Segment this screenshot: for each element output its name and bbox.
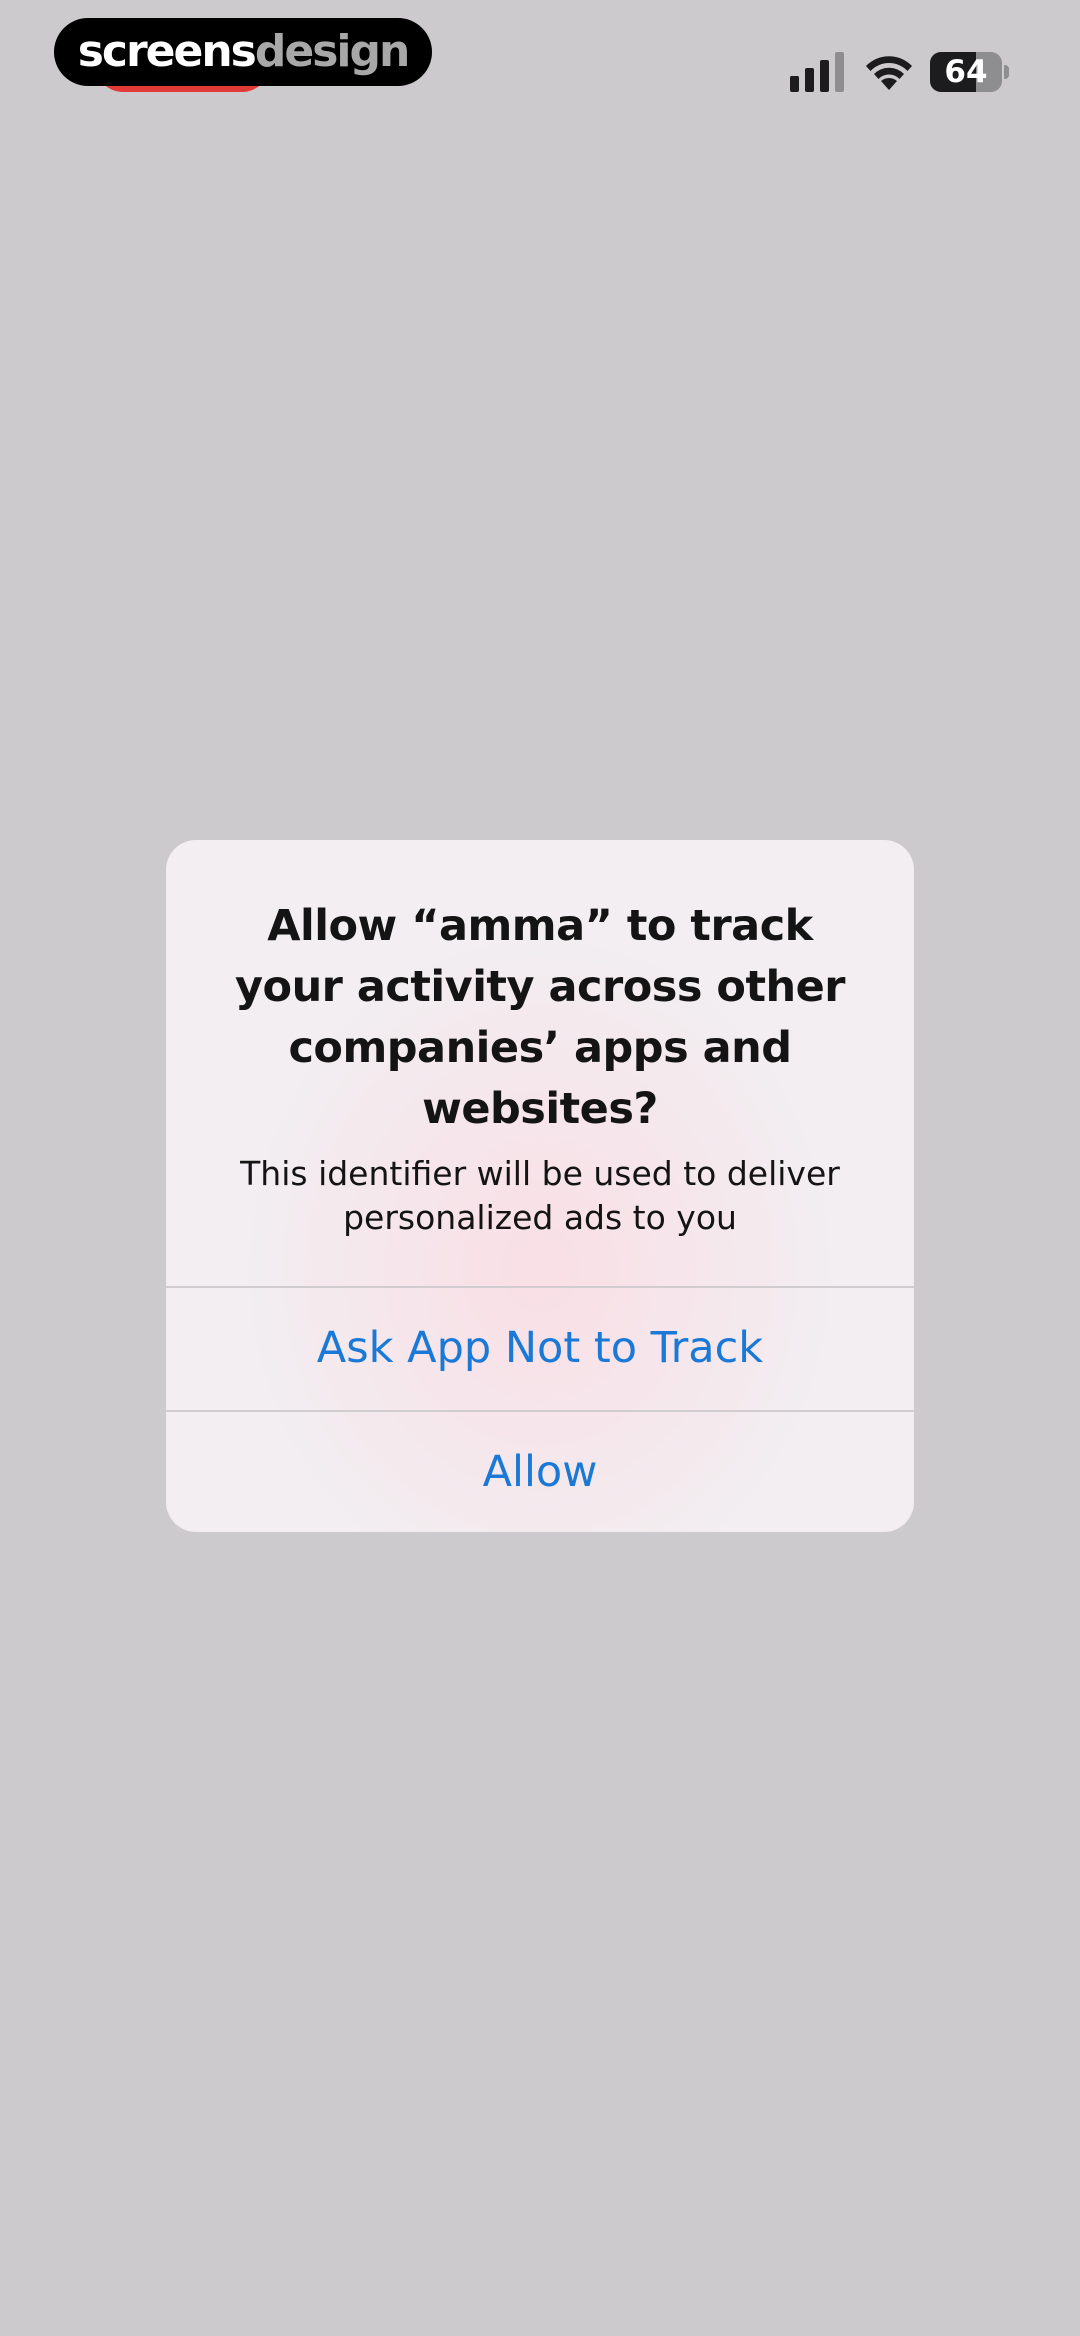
battery-body: 64 bbox=[930, 52, 1002, 92]
watermark-logo: screens design bbox=[54, 18, 432, 86]
ask-not-to-track-button[interactable]: Ask App Not to Track bbox=[166, 1288, 914, 1408]
signal-icon bbox=[790, 52, 844, 92]
alert-message: This identifier will be used to deliver … bbox=[240, 1154, 840, 1237]
status-bar: screens design 64 bbox=[0, 0, 1080, 110]
watermark-part-2: design bbox=[254, 26, 410, 77]
battery-level: 64 bbox=[944, 54, 988, 90]
tracking-permission-alert: Allow “amma” to track your activity acro… bbox=[166, 840, 914, 1532]
watermark-part-1: screens bbox=[77, 26, 257, 77]
alert-content: Allow “amma” to track your activity acro… bbox=[166, 840, 914, 1288]
battery-cap bbox=[1004, 65, 1009, 79]
allow-button[interactable]: Allow bbox=[166, 1412, 914, 1532]
alert-title: Allow “amma” to track your activity acro… bbox=[235, 901, 845, 1134]
battery-icon: 64 bbox=[930, 52, 1010, 92]
wifi-icon bbox=[866, 56, 912, 90]
